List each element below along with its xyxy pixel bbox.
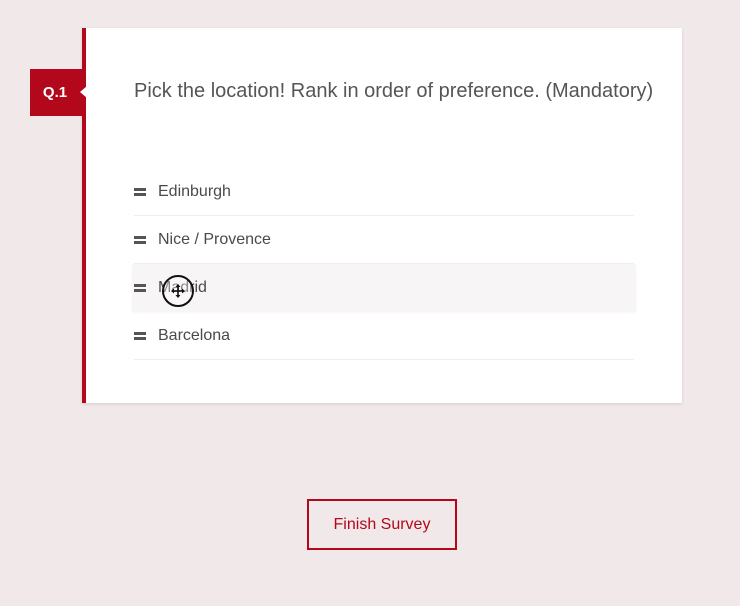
question-card: Pick the location! Rank in order of pref… xyxy=(82,28,682,403)
drag-handle-icon[interactable] xyxy=(134,187,146,196)
rank-item-nice-provence[interactable]: Nice / Provence xyxy=(134,216,634,264)
move-cursor-icon xyxy=(162,275,194,307)
rank-item-label: Edinburgh xyxy=(158,182,231,200)
question-text: Pick the location! Rank in order of pref… xyxy=(134,80,654,102)
finish-survey-button[interactable]: Finish Survey xyxy=(307,499,457,550)
drag-handle-icon[interactable] xyxy=(134,283,146,292)
rank-list: Edinburgh Nice / Provence Madrid Barcelo… xyxy=(132,168,636,360)
rank-item-label: Nice / Provence xyxy=(158,230,271,248)
rank-item-madrid[interactable]: Madrid xyxy=(132,264,636,312)
move-arrows-icon xyxy=(171,284,185,298)
rank-item-label: Barcelona xyxy=(158,326,231,344)
question-number: Q.1 xyxy=(42,84,68,101)
rank-item-edinburgh[interactable]: Edinburgh xyxy=(134,168,634,216)
rank-item-barcelona[interactable]: Barcelona xyxy=(134,312,634,360)
drag-handle-icon[interactable] xyxy=(134,331,146,340)
question-number-badge: Q.1 xyxy=(30,69,87,116)
drag-handle-icon[interactable] xyxy=(134,235,146,244)
